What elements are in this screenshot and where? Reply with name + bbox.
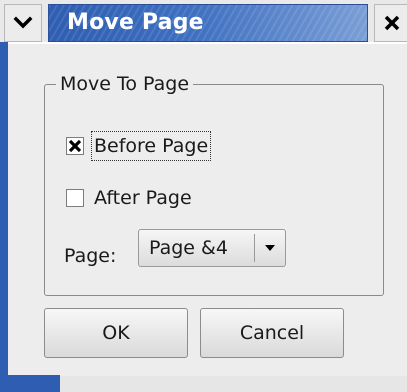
page-select[interactable]: Page &4 xyxy=(138,229,286,267)
window-border-bottom xyxy=(8,376,407,392)
title-strip[interactable]: Move Page xyxy=(48,4,368,42)
title-bar: Move Page xyxy=(0,0,407,42)
dropdown-arrow-icon xyxy=(265,245,275,251)
chevron-down-icon xyxy=(13,16,33,29)
move-page-dialog: Move Page Move To Page Before Page After… xyxy=(0,0,407,392)
cancel-button[interactable]: Cancel xyxy=(200,308,344,358)
before-page-label[interactable]: Before Page xyxy=(90,131,212,161)
close-button[interactable] xyxy=(374,4,407,42)
before-page-option[interactable]: Before Page xyxy=(66,131,212,161)
page-select-arrow[interactable] xyxy=(255,230,285,266)
after-page-checkbox[interactable] xyxy=(66,189,84,207)
check-mark-icon xyxy=(68,139,82,153)
close-icon xyxy=(384,15,399,31)
window-border-corner xyxy=(0,375,60,392)
window-title: Move Page xyxy=(67,10,204,35)
after-page-label[interactable]: After Page xyxy=(92,184,194,212)
window-border-left xyxy=(0,42,8,392)
window-menu-button[interactable] xyxy=(4,4,42,42)
ok-button[interactable]: OK xyxy=(44,308,188,358)
page-field-label: Page: xyxy=(64,245,117,267)
after-page-option[interactable]: After Page xyxy=(66,184,194,212)
page-select-value: Page &4 xyxy=(149,237,228,259)
frame-label: Move To Page xyxy=(56,72,194,96)
before-page-checkbox[interactable] xyxy=(66,137,84,155)
